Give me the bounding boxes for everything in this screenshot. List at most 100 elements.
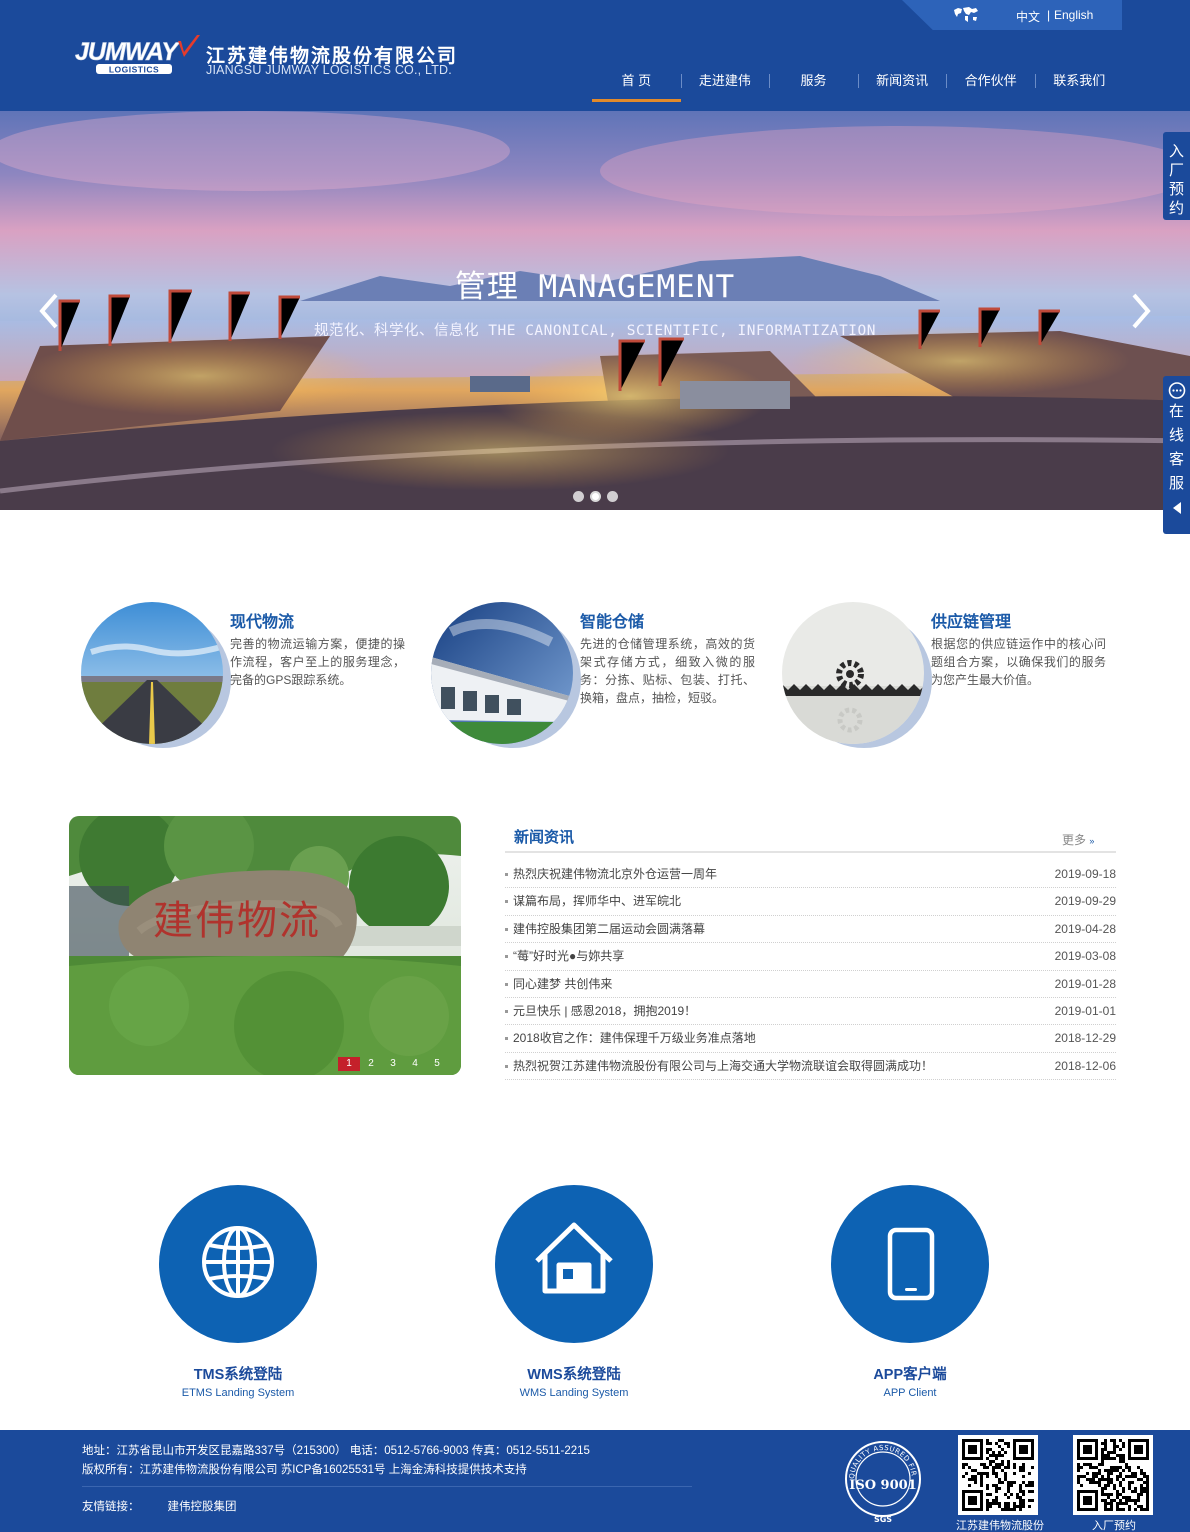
world-map-icon — [954, 7, 978, 22]
qr-code-image — [962, 1439, 1034, 1511]
news-photo-slider[interactable]: 建伟物流 1 2 3 4 5 — [69, 816, 461, 1075]
news-item-title: 建伟控股集团第二届运动会圆满落幕 — [513, 921, 706, 936]
side-reserve-char: 预 — [1168, 181, 1184, 198]
news-section-title: 新闻资讯 — [514, 829, 575, 846]
app-title: APP客户端 — [873, 1367, 947, 1383]
nav-about[interactable]: 走进建伟 — [680, 62, 770, 102]
news-item-date: 2019-04-28 — [1054, 921, 1116, 936]
page: 中文 | English JUMWAY LOGISTICS 江苏建伟物流股份有限… — [0, 0, 1190, 1532]
wms-circle — [495, 1185, 653, 1343]
double-chevron-icon: » — [1089, 836, 1095, 846]
port-scene-image — [0, 111, 1190, 510]
side-service-char: 客 — [1168, 451, 1184, 468]
site-header: 中文 | English JUMWAY LOGISTICS 江苏建伟物流股份有限… — [0, 0, 1190, 111]
news-item[interactable]: 谋篇布局，挥师华中、进军皖北 2019-09-29 — [505, 888, 1116, 916]
tms-circle — [159, 1185, 317, 1343]
news-item[interactable]: 元旦快乐 | 感恩2018，拥抱2019！ 2019-01-01 — [505, 998, 1116, 1026]
news-item-title: 同心建梦 共创伟来 — [513, 976, 613, 991]
qr-code-reservation — [1073, 1435, 1153, 1515]
app-subtitle: APP Client — [883, 1387, 937, 1399]
qr-code-company — [958, 1435, 1038, 1515]
side-online-service-tab[interactable]: 在 线 客 服 — [1163, 376, 1190, 534]
news-item[interactable]: 2018收官之作：建伟保理千万级业务准点落地 2018-12-29 — [505, 1025, 1116, 1053]
qr-caption-reservation: 入厂预约 — [1092, 1520, 1136, 1532]
feature-smart-warehouse[interactable]: 智能仓储 先进的仓储管理系统，高效的货架式存储方式，细致入微的服务：分拣、贴标、… — [431, 602, 771, 752]
jumway-logo[interactable]: JUMWAY LOGISTICS — [74, 33, 204, 77]
feature-supply-chain[interactable]: 供应链管理 根据您的供应链运作中的核心问题组合方案，以确保我们的服务为您产生最大… — [782, 602, 1122, 752]
news-item-title: 元旦快乐 | 感恩2018，拥抱2019！ — [513, 1003, 697, 1018]
feature-title: 供应链管理 — [931, 614, 1012, 631]
nav-partners[interactable]: 合作伙伴 — [946, 62, 1035, 102]
stone-inscription: 建伟物流 — [153, 898, 321, 944]
app-client[interactable]: APP客户端 APP Client — [830, 1185, 990, 1399]
side-reserve-char: 约 — [1168, 200, 1184, 217]
tms-login[interactable]: TMS系统登陆 ETMS Landing System — [158, 1185, 318, 1399]
iso9001-badge: QUALITY ASSURED FIRM ISO 9001 SGS — [842, 1438, 921, 1524]
banner-title: 管理 MANAGEMENT — [454, 269, 736, 305]
side-reserve-char: 入 — [1168, 143, 1184, 160]
news-item[interactable]: 热烈祝贺江苏建伟物流股份有限公司与上海交通大学物流联谊会取得圆满成功！ 2018-… — [505, 1053, 1116, 1081]
app-circle — [831, 1185, 989, 1343]
warehouse-image — [431, 602, 573, 744]
iso-text: ISO 9001 — [849, 1478, 917, 1493]
banner-prev-arrow-icon[interactable] — [34, 291, 64, 331]
news-more-label: 更多 — [1062, 833, 1087, 847]
news-item-title: 2018收官之作：建伟保理千万级业务准点落地 — [513, 1031, 756, 1046]
news-item-date: 2019-01-28 — [1054, 976, 1116, 991]
qr-code-image — [1077, 1439, 1149, 1511]
nav-news[interactable]: 新闻资讯 — [857, 62, 947, 102]
tms-title: TMS系统登陆 — [193, 1367, 283, 1383]
news-item-date: 2019-01-01 — [1054, 1003, 1116, 1018]
feature-text: 先进的仓储管理系统，高效的货架式存储方式，细致入微的服务：分拣、贴标、包装、打托… — [580, 637, 755, 705]
warehouse-icon — [535, 1222, 613, 1294]
footer-copyright: 版权所有：江苏建伟物流股份有限公司 苏ICP备16025531号 上海金涛科技提… — [82, 1464, 527, 1476]
nav-contact[interactable]: 联系我们 — [1034, 62, 1124, 102]
friend-link-jianwei-group[interactable]: 建伟控股集团 — [168, 1501, 237, 1513]
nav-home[interactable]: 首 页 — [592, 62, 681, 102]
side-service-char: 服 — [1168, 475, 1184, 492]
banner-dot-active[interactable] — [590, 491, 601, 502]
news-list: 热烈庆祝建伟物流北京外仓运营一周年 2019-09-18 谋篇布局，挥师华中、进军… — [505, 861, 1116, 1081]
news-item-title: 热烈祝贺江苏建伟物流股份有限公司与上海交通大学物流联谊会取得圆满成功！ — [513, 1058, 934, 1073]
banner-dot[interactable] — [607, 491, 618, 502]
photo-page-4[interactable]: 4 — [404, 1057, 426, 1071]
chat-icon — [1168, 382, 1185, 399]
gear-image — [782, 602, 924, 744]
iso-sgs-text: SGS — [874, 1515, 892, 1524]
banner-next-arrow-icon[interactable] — [1126, 291, 1156, 331]
news-item-date: 2018-12-29 — [1054, 1031, 1116, 1046]
side-reservation-tab[interactable]: 入 厂 预 约 — [1163, 132, 1190, 220]
lang-english-link[interactable]: English — [1054, 8, 1093, 22]
side-reserve-char: 厂 — [1168, 162, 1184, 179]
photo-pagination: 1 2 3 4 5 — [338, 1057, 448, 1071]
photo-page-5[interactable]: 5 — [426, 1057, 448, 1071]
qr-caption-company: 江苏建伟物流股份 — [956, 1520, 1044, 1532]
svg-text:JUMWAY: JUMWAY — [75, 38, 180, 66]
wms-title: WMS系统登陆 — [527, 1367, 621, 1383]
photo-page-2[interactable]: 2 — [360, 1057, 382, 1071]
photo-page-3[interactable]: 3 — [382, 1057, 404, 1071]
news-item[interactable]: “莓”好时光●与妳共享 2019-03-08 — [505, 943, 1116, 971]
phone-icon — [887, 1227, 935, 1301]
lang-separator: | — [1047, 8, 1051, 22]
site-footer: 地址：江苏省昆山市开发区昆嘉路337号（215300） 电话：0512-5766… — [0, 1430, 1190, 1532]
photo-page-1[interactable]: 1 — [338, 1057, 360, 1071]
news-item[interactable]: 热烈庆祝建伟物流北京外仓运营一周年 2019-09-18 — [505, 861, 1116, 889]
banner-subtitle: 规范化、科学化、信息化 THE CANONICAL, SCIENTIFIC, I… — [314, 323, 876, 339]
feature-text: 完善的物流运输方案，便捷的操作流程，客户至上的服务理念，完备的GPS跟踪系统。 — [230, 637, 405, 687]
company-name-en: JIANGSU JUMWAY LOGISTICS CO., LTD. — [206, 63, 452, 77]
nav-services[interactable]: 服务 — [769, 62, 858, 102]
news-item[interactable]: 建伟控股集团第二届运动会圆满落幕 2019-04-28 — [505, 916, 1116, 944]
banner-dot[interactable] — [573, 491, 584, 502]
news-item-title: 热烈庆祝建伟物流北京外仓运营一周年 — [513, 867, 718, 881]
feature-text: 根据您的供应链运作中的核心问题组合方案，以确保我们的服务为您产生最大价值。 — [931, 637, 1106, 687]
lang-chinese-link[interactable]: 中文 — [1016, 8, 1040, 25]
news-item-date: 2019-09-18 — [1054, 867, 1116, 881]
feature-modern-logistics[interactable]: 现代物流 完善的物流运输方案，便捷的操作流程，客户至上的服务理念，完备的GPS跟… — [81, 602, 421, 752]
wms-login[interactable]: WMS系统登陆 WMS Landing System — [494, 1185, 654, 1399]
news-more-link[interactable]: 更多 » — [1062, 831, 1094, 848]
collapse-arrow-icon[interactable] — [1172, 502, 1181, 514]
news-item[interactable]: 同心建梦 共创伟来 2019-01-28 — [505, 971, 1116, 998]
banner-pagination — [573, 491, 618, 502]
news-item-date: 2019-09-29 — [1054, 894, 1116, 909]
